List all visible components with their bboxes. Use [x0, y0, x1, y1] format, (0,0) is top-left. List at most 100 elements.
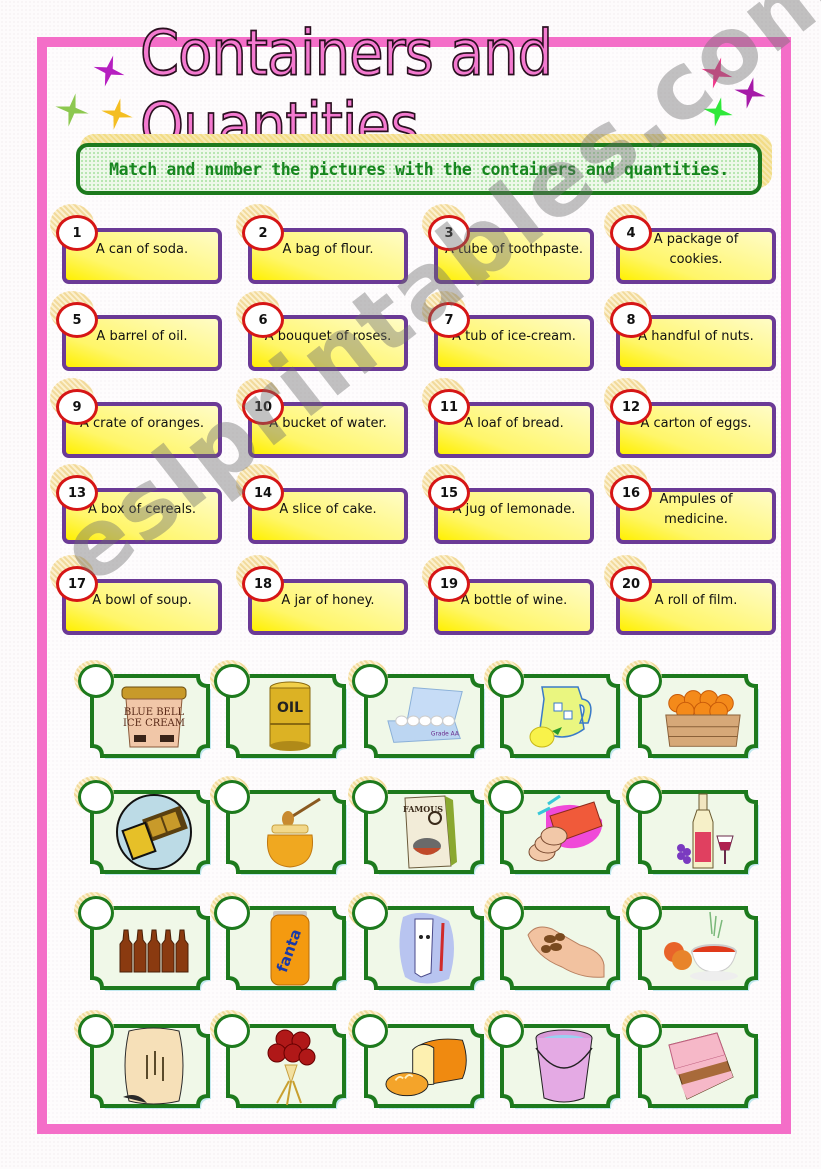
picture-tile: lemonade jug	[484, 660, 626, 768]
phrase-card: A tube of toothpaste. 3	[422, 204, 594, 284]
svg-text:ICE CREAM: ICE CREAM	[123, 718, 185, 729]
answer-circle[interactable]	[626, 1014, 662, 1048]
picture-tile: toothpaste tube	[348, 892, 490, 1000]
picture-tile: Grade AAegg carton	[348, 660, 490, 768]
answer-circle[interactable]	[488, 1014, 524, 1048]
phrase-card: A roll of film. 20	[604, 555, 776, 635]
answer-circle[interactable]	[78, 780, 114, 814]
picture-tile: wine bottle	[622, 776, 764, 884]
phrase-number-badge: 17	[56, 566, 98, 602]
picture-tile: slice of cake	[622, 1010, 764, 1118]
rose-bouquet-icon	[246, 1028, 334, 1106]
phrase-number-badge: 16	[610, 475, 652, 511]
cookie-package-icon	[520, 794, 608, 870]
phrase-number-badge: 6	[242, 302, 284, 338]
answer-circle[interactable]	[626, 896, 662, 930]
phrase-number-badge: 15	[428, 475, 470, 511]
picture-tile: crate of oranges	[622, 660, 764, 768]
svg-text:BLUE BELL: BLUE BELL	[124, 707, 185, 718]
phrase-card: A carton of eggs. 12	[604, 378, 776, 458]
phrase-card: A barrel of oil. 5	[50, 291, 222, 371]
answer-circle[interactable]	[78, 1014, 114, 1048]
phrase-number-badge: 7	[428, 302, 470, 338]
answer-circle[interactable]	[352, 1014, 388, 1048]
phrase-number-badge: 12	[610, 389, 652, 425]
honey-jar-icon	[246, 794, 334, 870]
phrase-card: A bowl of soup. 17	[50, 555, 222, 635]
bread-loaf-icon	[384, 1028, 472, 1104]
phrase-number-badge: 13	[56, 475, 98, 511]
ice-cream-tub-icon: BLUE BELL ICE CREAM	[110, 678, 198, 754]
answer-circle[interactable]	[488, 664, 524, 698]
answer-circle[interactable]	[352, 780, 388, 814]
flour-bag-icon	[110, 1027, 198, 1105]
picture-tile: ampules	[74, 892, 216, 1000]
phrase-card: A can of soda. 1	[50, 204, 222, 284]
sparkle-star-icon	[701, 57, 733, 89]
oil-barrel-icon: OIL	[246, 678, 334, 754]
phrase-number-badge: 10	[242, 389, 284, 425]
picture-tile: loaf of bread	[348, 1010, 490, 1118]
answer-circle[interactable]	[214, 664, 250, 698]
picture-tile: fantasoda can	[210, 892, 352, 1000]
answer-circle[interactable]	[78, 664, 114, 698]
answer-circle[interactable]	[78, 896, 114, 930]
picture-tile: OILoil barrel	[210, 660, 352, 768]
lemonade-jug-icon	[520, 678, 608, 754]
picture-tile: bouquet of roses	[210, 1010, 352, 1118]
phrase-number-badge: 14	[242, 475, 284, 511]
soup-bowl-icon	[658, 910, 746, 986]
sparkle-star-icon	[703, 97, 733, 127]
soda-can-icon: fanta	[246, 910, 334, 986]
picture-tile: film roll	[74, 776, 216, 884]
picture-tile: FAMOUScereal box	[348, 776, 490, 884]
phrase-number-badge: 11	[428, 389, 470, 425]
answer-circle[interactable]	[352, 896, 388, 930]
picture-tile: cookie package	[484, 776, 626, 884]
answer-circle[interactable]	[488, 780, 524, 814]
answer-circle[interactable]	[214, 896, 250, 930]
sparkle-star-icon	[93, 55, 125, 87]
cereal-box-icon: FAMOUS	[384, 794, 472, 870]
picture-tile: BLUE BELLICE CREAMice cream tub	[74, 660, 216, 768]
picture-tile: handful of nuts	[484, 892, 626, 1000]
worksheet-title: Containers and Quantities	[139, 16, 554, 163]
phrase-card: A package of cookies. 4	[604, 204, 776, 284]
picture-tile: bag of flour	[74, 1010, 216, 1118]
handful-of-nuts-icon	[520, 910, 608, 986]
phrase-card: Ampules of medicine. 16	[604, 464, 776, 544]
orange-crate-icon	[658, 678, 746, 754]
phrase-number-badge: 18	[242, 566, 284, 602]
phrase-card: A tub of ice-cream. 7	[422, 291, 594, 371]
phrase-number-badge: 2	[242, 215, 284, 251]
phrase-card: A slice of cake. 14	[236, 464, 408, 544]
phrase-card: A jug of lemonade. 15	[422, 464, 594, 544]
phrase-card: A handful of nuts. 8	[604, 291, 776, 371]
phrase-number-badge: 5	[56, 302, 98, 338]
phrase-number-badge: 4	[610, 215, 652, 251]
phrase-number-badge: 8	[610, 302, 652, 338]
picture-tile: bucket of water	[484, 1010, 626, 1118]
picture-tile: honey jar	[210, 776, 352, 884]
phrase-card: A bouquet of roses. 6	[236, 291, 408, 371]
answer-circle[interactable]	[352, 664, 388, 698]
ampules-icon	[110, 910, 198, 986]
answer-circle[interactable]	[626, 780, 662, 814]
phrase-card: A box of cereals. 13	[50, 464, 222, 544]
phrase-card: A loaf of bread. 11	[422, 378, 594, 458]
answer-circle[interactable]	[488, 896, 524, 930]
svg-text:Grade AA: Grade AA	[431, 732, 459, 738]
phrase-number-badge: 20	[610, 566, 652, 602]
egg-carton-icon: Grade AA	[384, 678, 472, 754]
sparkle-star-icon	[101, 98, 133, 130]
cake-slice-icon	[658, 1028, 746, 1104]
instruction-banner: Match and number the pictures with the c…	[76, 143, 762, 195]
phrase-card: A crate of oranges. 9	[50, 378, 222, 458]
answer-circle[interactable]	[214, 1014, 250, 1048]
sparkle-star-icon	[55, 93, 89, 127]
answer-circle[interactable]	[626, 664, 662, 698]
phrase-number-badge: 3	[428, 215, 470, 251]
answer-circle[interactable]	[214, 780, 250, 814]
svg-text:OIL: OIL	[277, 700, 303, 716]
phrase-card: A bag of flour. 2	[236, 204, 408, 284]
